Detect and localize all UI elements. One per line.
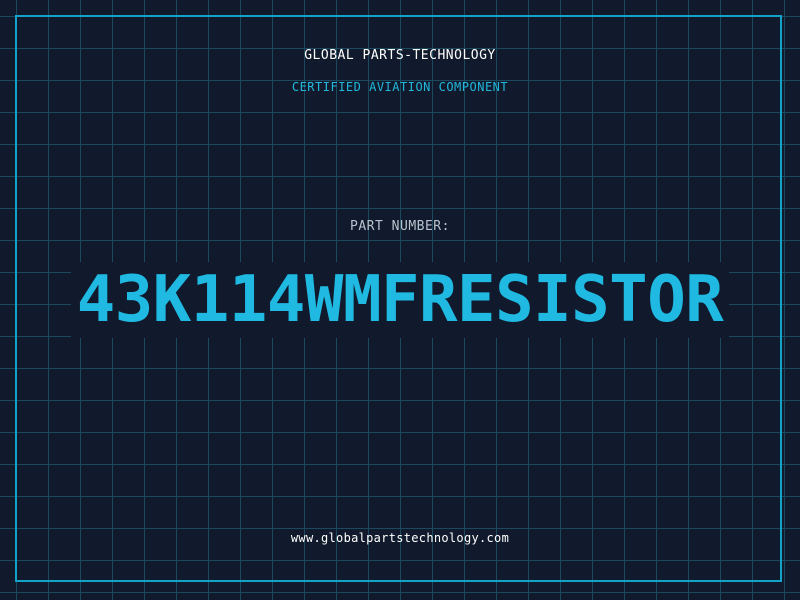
certification-subtitle: CERTIFIED AVIATION COMPONENT [291, 80, 509, 94]
website-url: www.globalpartstechnology.com [290, 531, 510, 545]
part-number-label: PART NUMBER: [350, 219, 450, 234]
part-number-value: 43K114WMFRESISTOR [70, 262, 730, 338]
company-name: GLOBAL PARTS-TECHNOLOGY [304, 48, 496, 63]
certificate-canvas: GLOBAL PARTS-TECHNOLOGY CERTIFIED AVIATI… [0, 0, 800, 600]
part-number-container: 43K114WMFRESISTOR [0, 262, 800, 342]
